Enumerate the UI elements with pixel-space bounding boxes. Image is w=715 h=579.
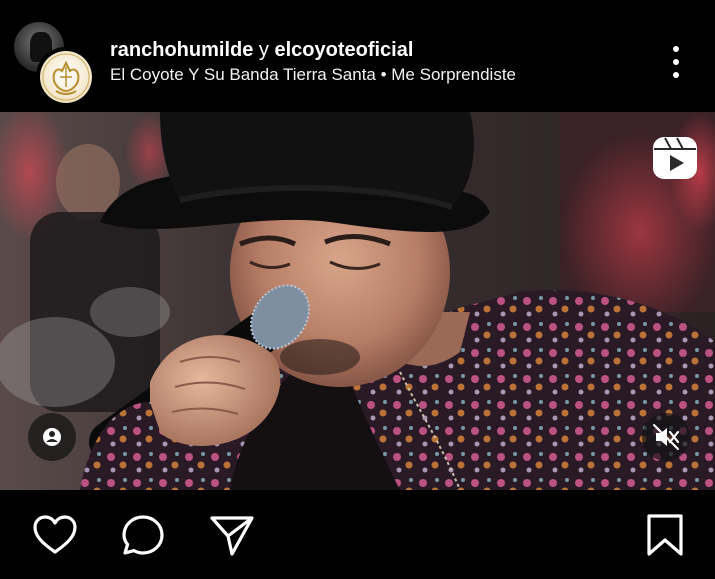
mute-button[interactable]	[642, 413, 690, 461]
send-icon	[210, 516, 254, 556]
bookmark-icon	[647, 514, 683, 556]
author-avatar-primary[interactable]	[36, 47, 96, 107]
user-tag-button[interactable]	[28, 413, 76, 461]
author-joiner: y	[253, 39, 275, 61]
save-button[interactable]	[645, 512, 685, 560]
post-authors: ranchohumilde y elcoyoteoficial	[110, 38, 413, 62]
video-frame	[0, 112, 715, 490]
volume-muted-icon	[653, 424, 680, 450]
share-button[interactable]	[208, 514, 256, 558]
author-username-secondary[interactable]: elcoyoteoficial	[274, 39, 413, 61]
more-vertical-icon	[673, 46, 679, 52]
author-username-primary[interactable]: ranchohumilde	[110, 39, 253, 61]
more-vertical-icon-dot	[673, 72, 679, 78]
post-actions-bar	[0, 490, 715, 579]
audio-attribution[interactable]: El Coyote Y Su Banda Tierra Santa • Me S…	[110, 64, 516, 86]
more-options-button[interactable]	[662, 42, 690, 82]
heart-icon	[33, 515, 77, 554]
post-header: ranchohumilde y elcoyoteoficial El Coyot…	[0, 0, 715, 112]
like-button[interactable]	[32, 514, 78, 556]
comment-button[interactable]	[120, 513, 166, 559]
user-tag-icon	[43, 428, 61, 446]
more-vertical-icon-dot	[673, 59, 679, 65]
crest-logo	[40, 51, 92, 103]
comment-icon	[122, 515, 164, 555]
reel-video[interactable]	[0, 112, 715, 490]
reels-icon	[653, 137, 697, 179]
